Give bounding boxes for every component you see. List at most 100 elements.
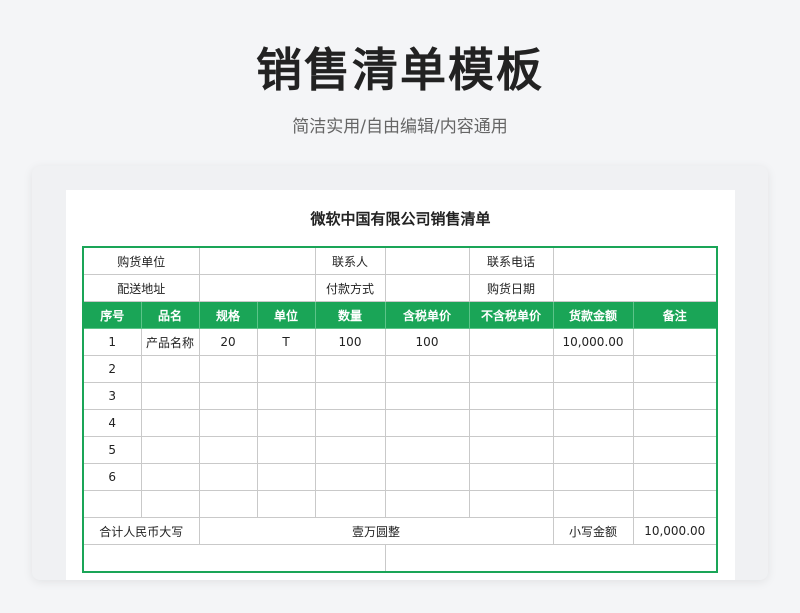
buyer-label: 购货单位 — [82, 246, 200, 275]
cell-price-notax[interactable] — [468, 382, 554, 410]
cell-unit[interactable]: T — [256, 328, 316, 356]
cell-qty[interactable] — [314, 490, 386, 518]
cell-amount[interactable] — [552, 382, 634, 410]
cell-remark[interactable] — [632, 409, 718, 437]
cell-remark[interactable] — [632, 436, 718, 464]
column-header-row: 序号 品名 规格 单位 数量 含税单价 不含税单价 货款金额 备注 — [82, 301, 718, 329]
cell-price-tax[interactable]: 100 — [384, 328, 470, 356]
cell-spec[interactable]: 20 — [198, 328, 258, 356]
cell-remark[interactable] — [632, 328, 718, 356]
cell-spec[interactable] — [198, 382, 258, 410]
cell-qty[interactable] — [314, 436, 386, 464]
cell-amount[interactable]: 10,000.00 — [552, 328, 634, 356]
document-title: 微软中国有限公司销售清单 — [310, 210, 491, 228]
total-upper-value[interactable]: 壹万圆整 — [198, 517, 554, 545]
payment-label: 付款方式 — [314, 274, 386, 302]
cell-price-tax[interactable] — [384, 463, 470, 491]
cell-price-tax[interactable] — [384, 382, 470, 410]
cell-name[interactable]: 产品名称 — [140, 328, 200, 356]
cell-qty[interactable]: 100 — [314, 328, 386, 356]
cell-remark[interactable] — [632, 490, 718, 518]
column-header-price-notax[interactable]: 不含税单价 — [468, 301, 554, 329]
cell-seq[interactable]: 5 — [82, 436, 142, 464]
cell-qty[interactable] — [314, 409, 386, 437]
cell-spec[interactable] — [198, 490, 258, 518]
payment-value-cell[interactable] — [384, 274, 470, 302]
footer-row — [82, 544, 718, 573]
cell-unit[interactable] — [256, 382, 316, 410]
cell-unit[interactable] — [256, 409, 316, 437]
cell-qty[interactable] — [314, 382, 386, 410]
preview-card: 微软中国有限公司销售清单 购货单位 联系人 联系电话 配送地址 付款方式 购货日… — [32, 166, 768, 580]
cell-unit[interactable] — [256, 490, 316, 518]
sales-table: 购货单位 联系人 联系电话 配送地址 付款方式 购货日期 序号 品名 规格 单位 数量含… — [82, 246, 718, 573]
column-header-seq[interactable]: 序号 — [82, 301, 142, 329]
date-value-cell[interactable] — [552, 274, 718, 302]
cell-spec[interactable] — [198, 436, 258, 464]
cell-spec[interactable] — [198, 409, 258, 437]
column-header-price-tax[interactable]: 含税单价 — [384, 301, 470, 329]
buyer-value-cell[interactable] — [198, 246, 316, 275]
cell-seq[interactable]: 1 — [82, 328, 142, 356]
table-row: 2 — [82, 355, 718, 383]
cell-name[interactable] — [140, 409, 200, 437]
column-header-remark[interactable]: 备注 — [632, 301, 718, 329]
cell-price-notax[interactable] — [468, 463, 554, 491]
cell-remark[interactable] — [632, 355, 718, 383]
cell-name[interactable] — [140, 382, 200, 410]
cell-seq[interactable]: 6 — [82, 463, 142, 491]
column-header-unit[interactable]: 单位 — [256, 301, 316, 329]
column-header-amount[interactable]: 货款金额 — [552, 301, 634, 329]
contact-value-cell[interactable] — [384, 246, 470, 275]
cell-price-tax[interactable] — [384, 355, 470, 383]
cell-seq[interactable]: 4 — [82, 409, 142, 437]
spreadsheet: 微软中国有限公司销售清单 购货单位 联系人 联系电话 配送地址 付款方式 购货日… — [66, 190, 735, 580]
page-title: 销售清单模板 — [256, 43, 544, 97]
cell-name[interactable] — [140, 355, 200, 383]
cell-amount[interactable] — [552, 463, 634, 491]
address-value-cell[interactable] — [198, 274, 316, 302]
table-row: 6 — [82, 463, 718, 491]
page-subtitle: 简洁实用/自由编辑/内容通用 — [292, 117, 508, 137]
cell-price-notax[interactable] — [468, 409, 554, 437]
cell-price-tax[interactable] — [384, 436, 470, 464]
cell-price-notax[interactable] — [468, 355, 554, 383]
cell-price-notax[interactable] — [468, 436, 554, 464]
cell-name[interactable] — [140, 436, 200, 464]
cell-seq[interactable]: 3 — [82, 382, 142, 410]
phone-value-cell[interactable] — [552, 246, 718, 275]
cell-amount[interactable] — [552, 409, 634, 437]
table-row: 1 产品名称 20 T 100 100 10,000.00 — [82, 328, 718, 356]
info-row: 配送地址 付款方式 购货日期 — [82, 274, 718, 302]
cell-amount[interactable] — [552, 355, 634, 383]
cell-price-tax[interactable] — [384, 409, 470, 437]
cell-amount[interactable] — [552, 436, 634, 464]
cell-remark[interactable] — [632, 382, 718, 410]
cell-name[interactable] — [140, 463, 200, 491]
column-header-qty[interactable]: 数量 — [314, 301, 386, 329]
cell-spec[interactable] — [198, 355, 258, 383]
cell-qty[interactable] — [314, 463, 386, 491]
table-row: 4 — [82, 409, 718, 437]
total-lower-value[interactable]: 10,000.00 — [632, 517, 718, 545]
cell-price-tax[interactable] — [384, 490, 470, 518]
cell-price-notax[interactable] — [468, 490, 554, 518]
info-row: 购货单位 联系人 联系电话 — [82, 246, 718, 275]
cell-unit[interactable] — [256, 463, 316, 491]
total-row: 合计人民币大写 壹万圆整 小写金额 10,000.00 — [82, 517, 718, 545]
cell-unit[interactable] — [256, 355, 316, 383]
cell-spec[interactable] — [198, 463, 258, 491]
cell-unit[interactable] — [256, 436, 316, 464]
footer-cell-right[interactable] — [384, 544, 718, 573]
cell-name[interactable] — [140, 490, 200, 518]
cell-qty[interactable] — [314, 355, 386, 383]
column-header-spec[interactable]: 规格 — [198, 301, 258, 329]
cell-amount[interactable] — [552, 490, 634, 518]
cell-price-notax[interactable] — [468, 328, 554, 356]
cell-remark[interactable] — [632, 463, 718, 491]
cell-seq[interactable] — [82, 490, 142, 518]
phone-label: 联系电话 — [468, 246, 554, 275]
cell-seq[interactable]: 2 — [82, 355, 142, 383]
column-header-name[interactable]: 品名 — [140, 301, 200, 329]
footer-cell-left[interactable] — [82, 544, 386, 573]
